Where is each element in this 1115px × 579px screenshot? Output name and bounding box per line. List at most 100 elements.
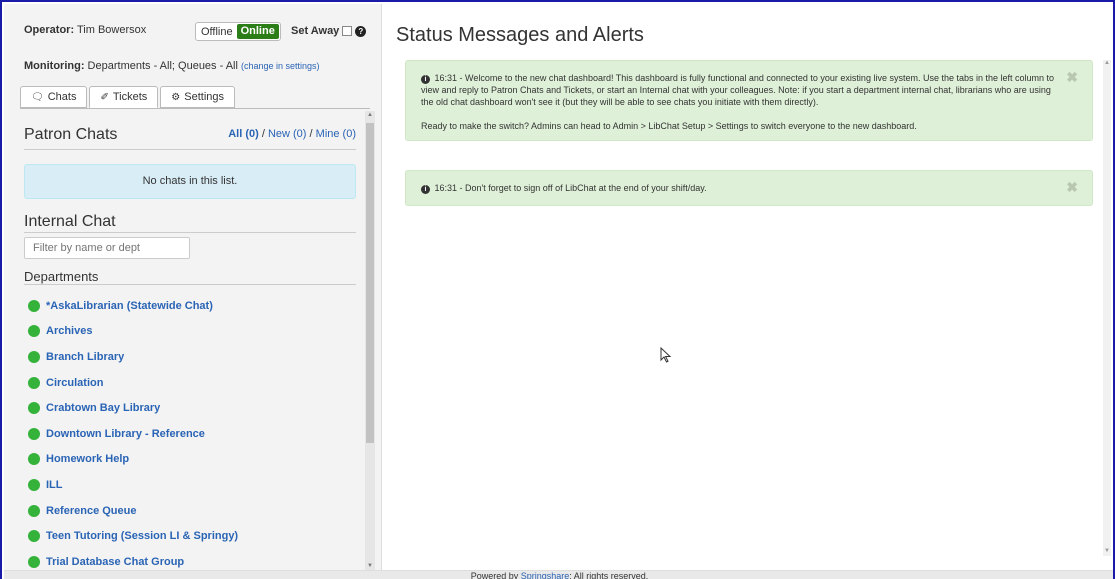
online-status-icon (28, 350, 40, 363)
left-column: Operator: Tim Bowersox Offline Online Se… (4, 4, 382, 570)
filter-all-link[interactable]: All (0) (228, 128, 259, 140)
footer-prefix: Powered by (470, 571, 519, 579)
left-scroll-area: Patron Chats All (0) / New (0) / Mine (0… (4, 111, 380, 570)
divider (24, 232, 356, 233)
online-status-icon (28, 504, 40, 517)
department-list: *AskaLibrarian (Statewide Chat) Archives… (28, 293, 238, 570)
list-item[interactable]: Trial Database Chat Group (28, 549, 238, 570)
online-status-icon (28, 299, 40, 312)
department-name[interactable]: Homework Help (46, 453, 129, 465)
patron-chat-filters: All (0) / New (0) / Mine (0) (228, 128, 356, 140)
department-name[interactable]: Downtown Library - Reference (46, 428, 205, 440)
monitoring-info: Monitoring: Departments - All; Queues - … (24, 60, 320, 72)
list-item[interactable]: Homework Help (28, 447, 238, 473)
app-frame: Operator: Tim Bowersox Offline Online Se… (0, 0, 1115, 579)
online-status-icon (28, 402, 40, 415)
footer: Powered by Springshare; All rights reser… (4, 570, 1113, 579)
set-away-checkbox[interactable] (342, 26, 353, 36)
scroll-down-icon[interactable]: ▼ (1103, 548, 1111, 556)
list-item[interactable]: ILL (28, 472, 238, 498)
change-settings-link[interactable]: (change in settings) (241, 61, 320, 71)
divider (24, 149, 356, 150)
tab-settings-label: Settings (184, 91, 224, 103)
alert-welcome: ✖ i 16:31 - Welcome to the new chat dash… (405, 60, 1093, 141)
scrollbar-thumb[interactable] (366, 123, 374, 443)
info-icon: i (421, 185, 430, 194)
tab-tickets[interactable]: ✐ Tickets (89, 86, 159, 108)
set-away-label: Set Away (291, 25, 340, 37)
alert-text: i 16:31 - Don't forget to sign off of Li… (421, 182, 1060, 194)
department-name[interactable]: Teen Tutoring (Session LI & Springy) (46, 530, 238, 542)
springshare-link[interactable]: Springshare (521, 571, 570, 579)
ticket-icon: ✐ (100, 91, 109, 103)
tab-chats[interactable]: 🗨︎ Chats (20, 86, 88, 108)
online-status-icon (28, 478, 40, 491)
online-status-icon (28, 325, 40, 338)
operator-name: Tim Bowersox (76, 24, 147, 36)
left-scrollbar[interactable]: ▲ ▼ (365, 111, 375, 570)
list-item[interactable]: Archives (28, 319, 238, 345)
offline-option[interactable]: Offline (197, 26, 237, 38)
operator-label: Operator: (24, 24, 75, 36)
scroll-down-icon[interactable]: ▼ (366, 562, 374, 570)
list-item[interactable]: Circulation (28, 370, 238, 396)
footer-suffix: ; All rights reserved. (569, 571, 649, 579)
page-title: Status Messages and Alerts (396, 24, 644, 46)
departments-title: Departments (24, 269, 99, 284)
gear-icon: ⚙ (171, 91, 181, 103)
department-name[interactable]: ILL (46, 479, 63, 491)
list-item[interactable]: Teen Tutoring (Session LI & Springy) (28, 523, 238, 549)
alert-signoff: ✖ i 16:31 - Don't forget to sign off of … (405, 170, 1093, 206)
alert-text: i 16:31 - Welcome to the new chat dashbo… (421, 72, 1060, 108)
department-name[interactable]: Reference Queue (46, 505, 136, 517)
filter-separator: / (309, 128, 313, 140)
patron-chats-title: Patron Chats (24, 126, 118, 143)
list-item[interactable]: Downtown Library - Reference (28, 421, 238, 447)
info-icon: i (421, 75, 430, 84)
close-icon[interactable]: ✖ (1066, 180, 1078, 194)
help-icon[interactable]: ? (355, 25, 367, 37)
divider (24, 284, 356, 285)
list-item[interactable]: *AskaLibrarian (Statewide Chat) (28, 293, 238, 319)
list-item[interactable]: Reference Queue (28, 498, 238, 524)
tab-tickets-label: Tickets (112, 91, 148, 103)
list-item[interactable]: Branch Library (28, 344, 238, 370)
no-chats-message: No chats in this list. (24, 164, 356, 199)
filter-separator: / (261, 128, 265, 140)
tab-chats-label: Chats (47, 91, 77, 103)
department-name[interactable]: Circulation (46, 377, 103, 389)
left-tabs: 🗨︎ Chats ✐ Tickets ⚙ Settings (20, 86, 235, 108)
scroll-up-icon[interactable]: ▲ (366, 111, 374, 119)
status-toggle[interactable]: Offline Online (195, 22, 281, 41)
dept-filter-input[interactable] (24, 237, 190, 259)
main-scrollbar[interactable]: ▲ ▼ (1103, 60, 1111, 556)
department-name[interactable]: Trial Database Chat Group (46, 556, 184, 568)
alert-paragraph: 16:31 - Don't forget to sign off of LibC… (434, 183, 707, 193)
operator-info: Operator: Tim Bowersox (24, 24, 146, 36)
alert-paragraph: Ready to make the switch? Admins can hea… (421, 121, 917, 131)
department-name[interactable]: Archives (46, 325, 92, 337)
filter-new-link[interactable]: New (0) (268, 128, 307, 140)
tab-divider (20, 108, 370, 109)
filter-mine-link[interactable]: Mine (0) (316, 128, 356, 140)
set-away-control: Set Away ? (291, 25, 367, 37)
online-option[interactable]: Online (236, 24, 279, 39)
department-name[interactable]: Crabtown Bay Library (46, 402, 160, 414)
department-name[interactable]: Branch Library (46, 351, 124, 363)
alert-paragraph: 16:31 - Welcome to the new chat dashboar… (421, 73, 1055, 107)
scroll-up-icon[interactable]: ▲ (1103, 60, 1111, 68)
department-name[interactable]: *AskaLibrarian (Statewide Chat) (46, 300, 213, 312)
tab-settings[interactable]: ⚙ Settings (160, 86, 235, 108)
list-item[interactable]: Crabtown Bay Library (28, 395, 238, 421)
monitoring-value: Departments - All; Queues - All (87, 60, 238, 72)
online-status-icon (28, 453, 40, 466)
internal-chat-title: Internal Chat (24, 213, 116, 230)
online-status-icon (28, 427, 40, 440)
mouse-pointer-icon (660, 347, 672, 363)
online-status-icon (28, 530, 40, 543)
online-status-icon (28, 555, 40, 568)
close-icon[interactable]: ✖ (1066, 70, 1078, 84)
chat-bubble-icon: 🗨︎ (31, 91, 44, 103)
online-status-icon (28, 376, 40, 389)
monitoring-label: Monitoring: (24, 60, 85, 72)
